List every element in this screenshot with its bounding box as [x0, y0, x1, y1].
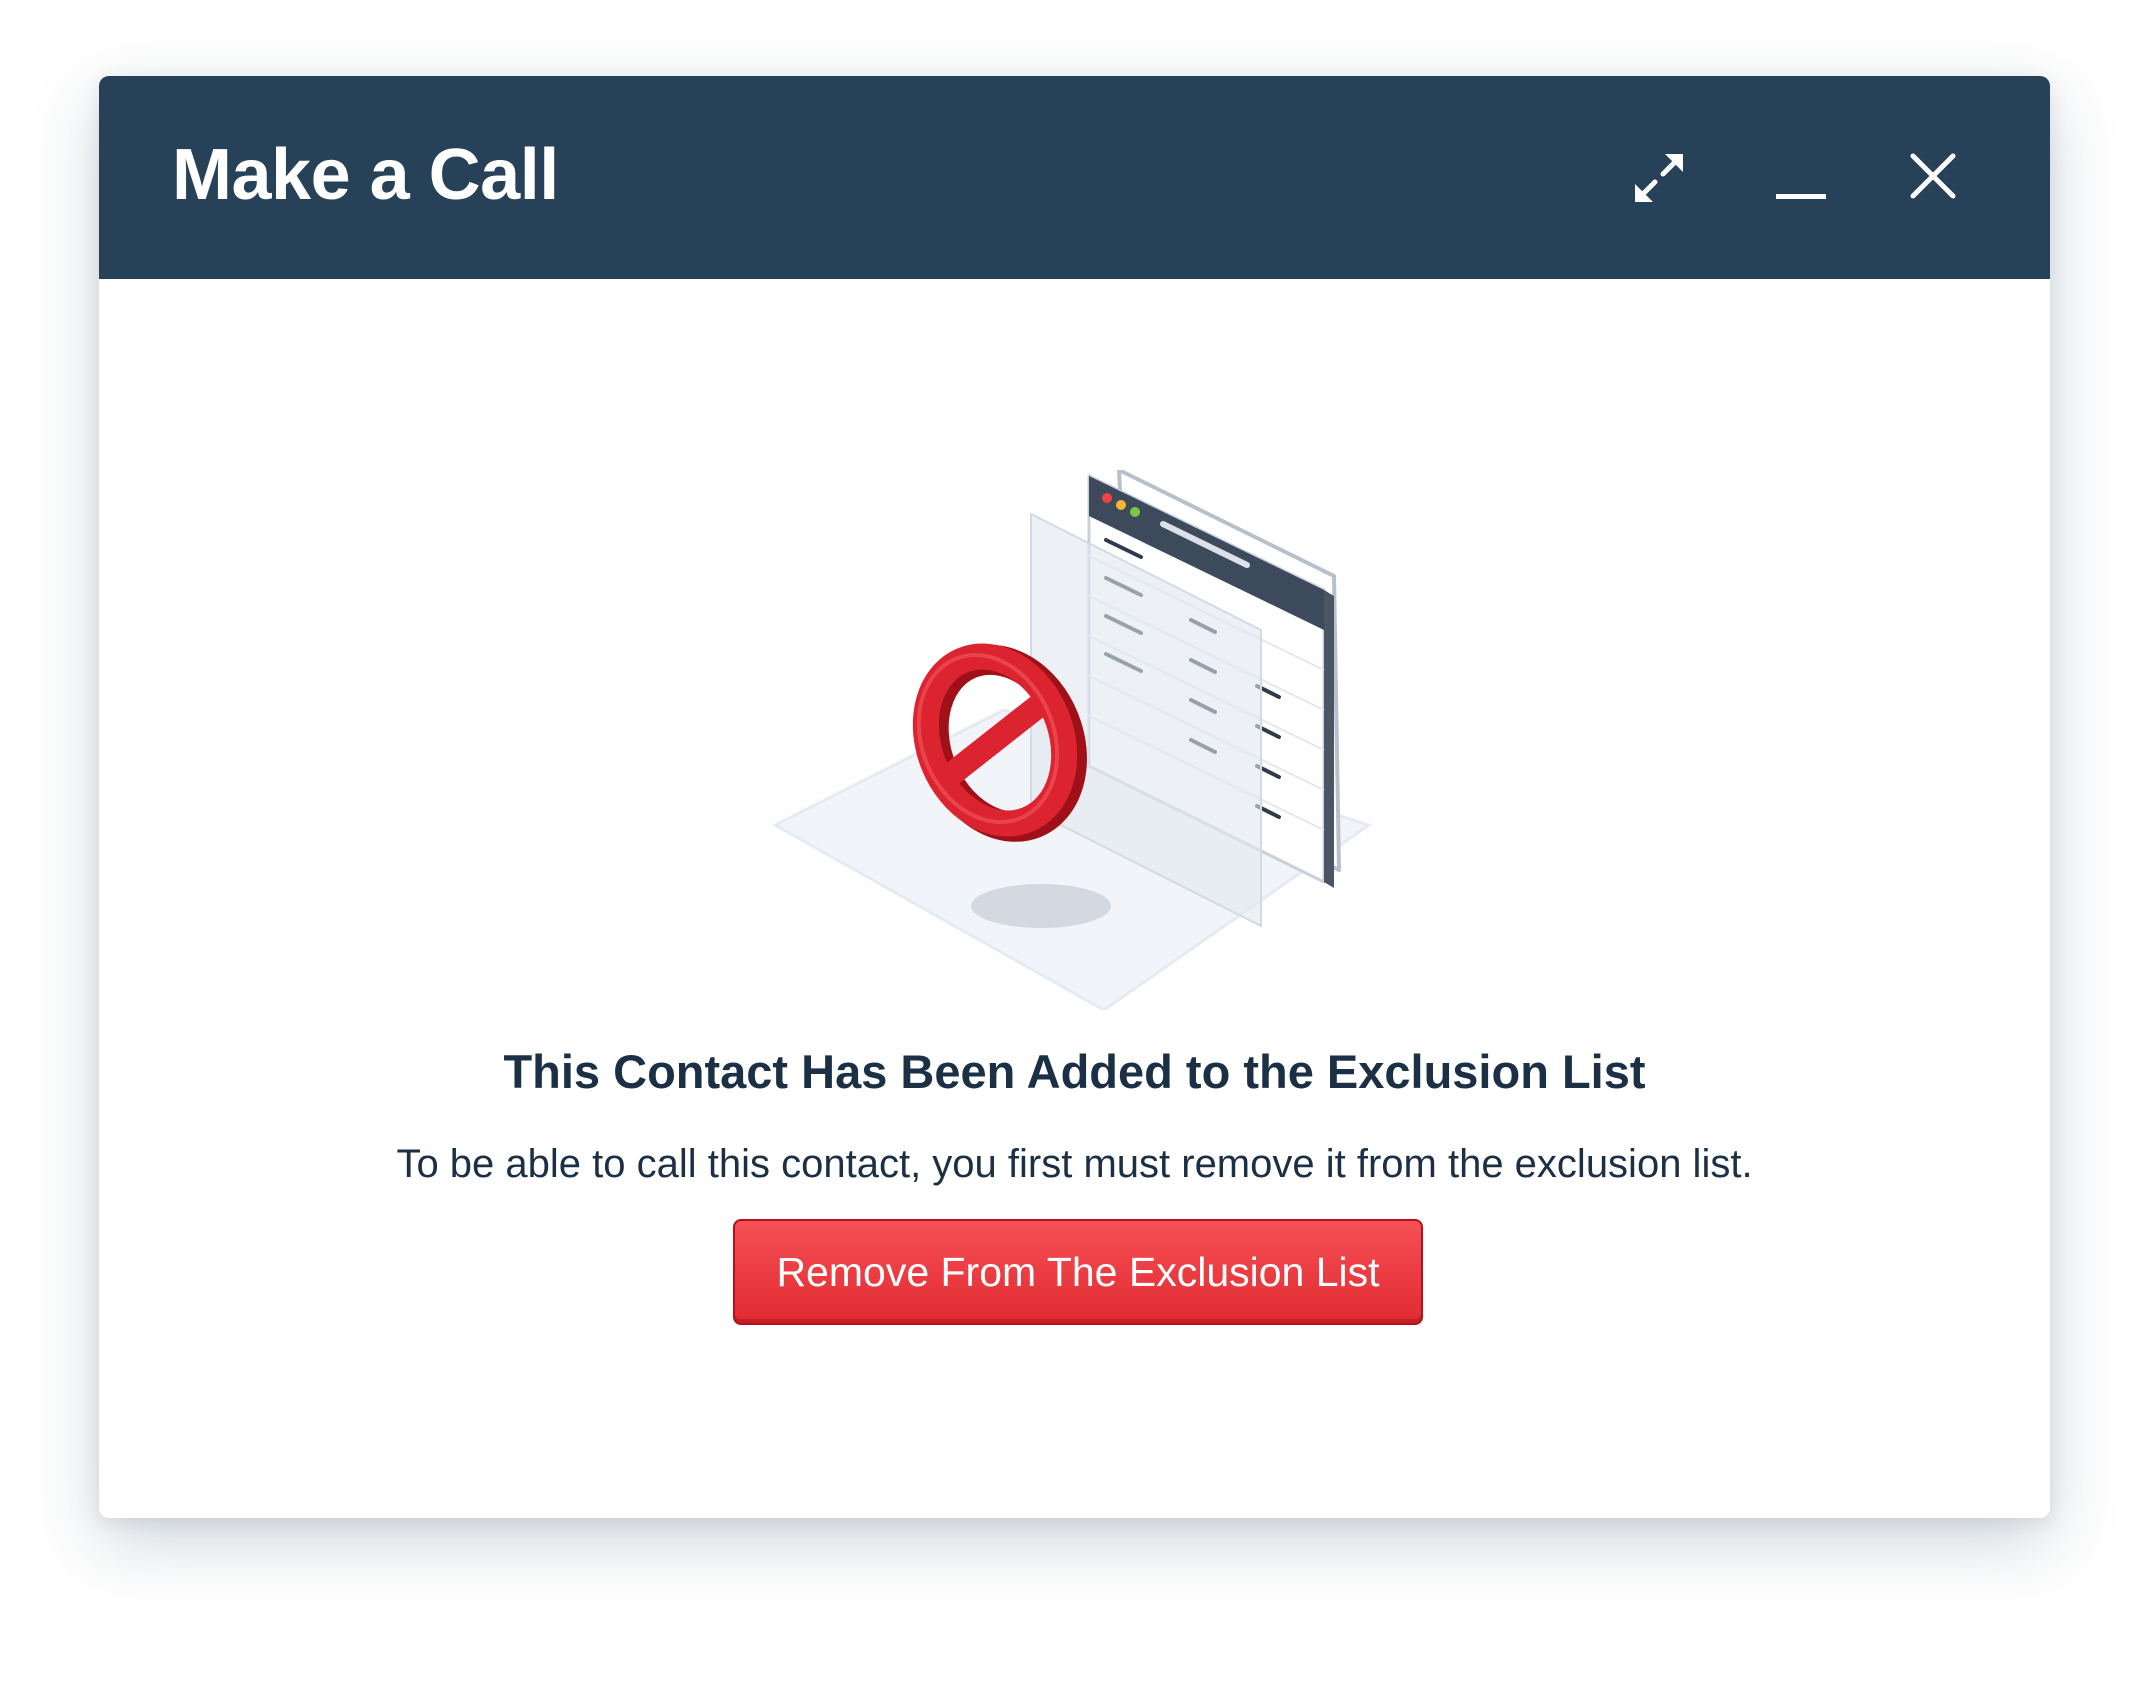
close-button[interactable] — [1895, 140, 1971, 216]
dialog-titlebar: Make a Call — [99, 76, 2050, 279]
minimize-button[interactable] — [1763, 140, 1839, 216]
dialog-title: Make a Call — [172, 135, 559, 215]
exclusion-list-illustration — [771, 470, 1373, 1010]
minimize-icon — [1776, 194, 1826, 199]
expand-button[interactable] — [1621, 140, 1697, 216]
exclusion-heading: This Contact Has Been Added to the Exclu… — [503, 1045, 1646, 1098]
remove-from-exclusion-list-button[interactable]: Remove From The Exclusion List — [733, 1219, 1423, 1325]
close-icon — [1910, 153, 1956, 199]
expand-arrows-icon — [1635, 154, 1683, 202]
exclusion-message: To be able to call this contact, you fir… — [396, 1142, 1753, 1186]
make-a-call-dialog: Make a Call This Contact Has Been Added … — [99, 76, 2050, 1518]
